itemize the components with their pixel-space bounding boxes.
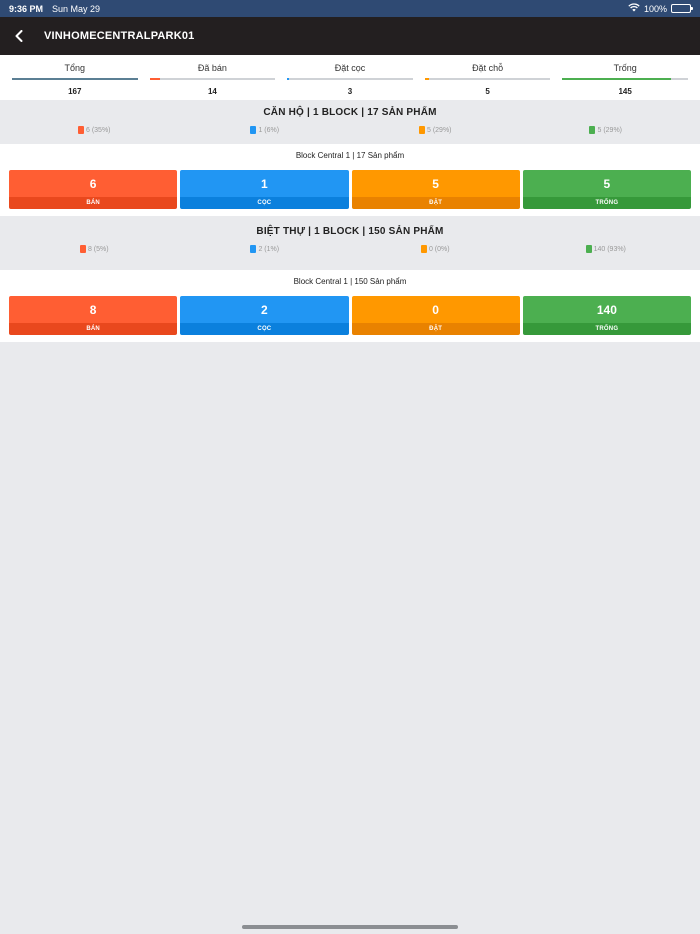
summary-value: 5 — [485, 87, 490, 96]
tile-value: 1 — [180, 170, 349, 197]
block-title[interactable]: Block Central 1 | 150 Sản phẩm — [0, 277, 700, 287]
group-header-apartment: CĂN HỘ | 1 BLOCK | 17 SẢN PHẨM 6 (35%) 1… — [0, 100, 700, 144]
legend-swatch — [418, 126, 425, 134]
summary-progress — [287, 78, 413, 80]
battery-icon — [671, 4, 693, 13]
group-header-villa: BIỆT THỰ | 1 BLOCK | 150 SẢN PHẨM 8 (5%)… — [0, 226, 700, 270]
tile-reserved[interactable]: 0 ĐẶT — [351, 296, 520, 335]
status-time: 9:36 PM — [9, 3, 44, 14]
tile-value: 140 — [522, 296, 691, 323]
page-title: VINHOMECENTRALPARK01 — [44, 30, 195, 42]
legend-item-sold: 6 (35%) — [9, 126, 180, 134]
tile-value: 5 — [522, 170, 691, 197]
block-tiles: 6 BÁN 1 CỌC 5 ĐẶT 5 TRỐNG — [0, 170, 700, 209]
summary-value: 145 — [618, 87, 632, 96]
tile-available[interactable]: 5 TRỐNG — [522, 170, 691, 209]
tile-value: 8 — [9, 296, 178, 323]
tile-caption: ĐẶT — [351, 197, 520, 209]
summary-label: Đặt cọc — [334, 63, 366, 73]
summary-reserved[interactable]: Đặt chỗ 5 — [419, 55, 557, 100]
block-tiles: 8 BÁN 2 CỌC 0 ĐẶT 140 TRỐNG — [0, 296, 700, 335]
tile-caption: BÁN — [9, 323, 178, 335]
legend-item-available: 140 (93%) — [521, 245, 692, 253]
tile-sold[interactable]: 6 BÁN — [9, 170, 178, 209]
tile-caption: TRỐNG — [522, 323, 691, 335]
block-card: Block Central 1 | 17 Sản phẩm 6 BÁN 1 CỌ… — [0, 144, 700, 216]
tile-available[interactable]: 140 TRỐNG — [522, 296, 691, 335]
summary-progress — [424, 78, 551, 80]
summary-sold[interactable]: Đã bán 14 — [144, 55, 282, 100]
status-right: 100% — [628, 3, 693, 14]
summary-label: Tổng — [64, 63, 86, 73]
group-legend: 8 (5%) 2 (1%) 0 (0%) 140 (93%) — [0, 245, 700, 253]
summary-value: 14 — [207, 87, 217, 96]
status-bar: 9:36 PM Sun May 29 100% — [0, 0, 700, 17]
summary-label: Đặt chỗ — [472, 63, 504, 73]
summary-deposit[interactable]: Đặt cọc 3 — [281, 55, 419, 100]
legend-item-deposit: 2 (1%) — [180, 245, 351, 253]
chevron-left-icon — [15, 30, 23, 42]
tile-value: 0 — [351, 296, 520, 323]
tile-deposit[interactable]: 1 CỌC — [180, 170, 349, 209]
tile-reserved[interactable]: 5 ĐẶT — [351, 170, 520, 209]
legend-item-reserved: 0 (0%) — [350, 245, 521, 253]
legend-swatch — [250, 126, 257, 134]
summary-label: Đã bán — [197, 63, 227, 73]
summary-progress — [149, 78, 276, 80]
back-button[interactable] — [14, 28, 30, 44]
status-date: Sun May 29 — [52, 3, 101, 14]
legend-swatch — [77, 126, 84, 134]
legend-swatch — [589, 126, 596, 134]
home-indicator[interactable] — [242, 925, 458, 929]
legend-item-sold: 8 (5%) — [9, 245, 180, 253]
tile-caption: ĐẶT — [351, 323, 520, 335]
tile-value: 6 — [9, 170, 178, 197]
battery-percent: 100% — [643, 3, 667, 14]
legend-swatch — [420, 245, 427, 253]
tile-deposit[interactable]: 2 CỌC — [180, 296, 349, 335]
summary-available[interactable]: Trống 145 — [556, 55, 694, 100]
section-spacer — [0, 216, 700, 226]
tile-sold[interactable]: 8 BÁN — [9, 296, 178, 335]
tile-caption: TRỐNG — [522, 197, 691, 209]
summary-value: 167 — [68, 87, 82, 96]
group-title: CĂN HỘ | 1 BLOCK | 17 SẢN PHẨM — [263, 107, 437, 118]
legend-item-deposit: 1 (6%) — [180, 126, 351, 134]
summary-total[interactable]: Tổng 167 — [6, 55, 144, 100]
tile-value: 2 — [180, 296, 349, 323]
summary-progress — [562, 78, 688, 80]
block-title[interactable]: Block Central 1 | 17 Sản phẩm — [0, 151, 700, 161]
summary-progress — [12, 78, 138, 80]
tile-caption: CỌC — [180, 323, 349, 335]
legend-swatch — [79, 245, 86, 253]
tile-caption: CỌC — [180, 197, 349, 209]
summary-value: 3 — [347, 87, 353, 96]
tile-caption: BÁN — [9, 197, 178, 209]
block-card: Block Central 1 | 150 Sản phẩm 8 BÁN 2 C… — [0, 270, 700, 342]
nav-bar: VINHOMECENTRALPARK01 — [0, 17, 700, 55]
group-legend: 6 (35%) 1 (6%) 5 (29%) 5 (29%) — [0, 126, 700, 134]
legend-swatch — [250, 245, 257, 253]
tile-value: 5 — [351, 170, 520, 197]
legend-item-reserved: 5 (29%) — [350, 126, 521, 134]
summary-label: Trống — [613, 63, 637, 73]
legend-item-available: 5 (29%) — [521, 126, 692, 134]
summary-bar: Tổng 167 Đã bán 14 Đặt cọc 3 Đặt chỗ 5 T… — [0, 55, 700, 100]
wifi-icon — [628, 3, 640, 14]
legend-swatch — [585, 245, 592, 253]
group-title: BIỆT THỰ | 1 BLOCK | 150 SẢN PHẨM — [256, 226, 444, 237]
